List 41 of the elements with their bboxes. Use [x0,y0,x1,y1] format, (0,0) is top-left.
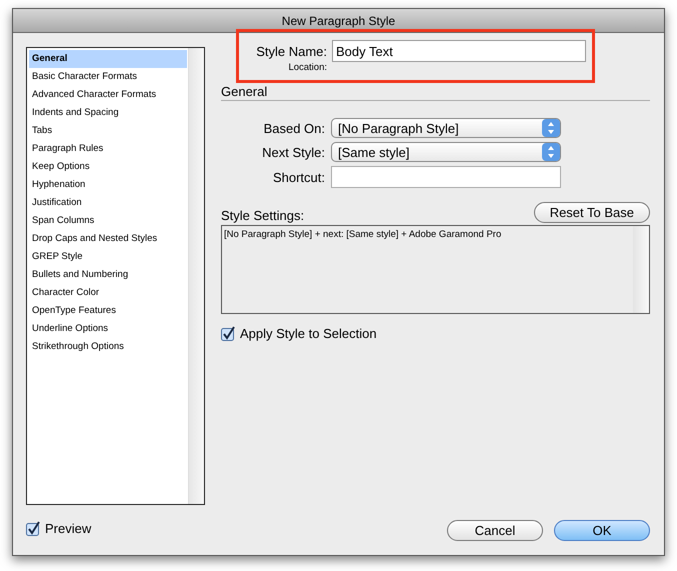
category-item[interactable]: Basic Character Formats [29,68,187,86]
category-item[interactable]: Indents and Spacing [29,104,187,122]
category-item[interactable]: GREP Style [29,248,187,266]
section-title: General [221,84,650,101]
checkbox[interactable] [221,326,236,341]
stepper-icon [542,119,560,137]
category-item[interactable]: Span Columns [29,212,187,230]
cancel-button[interactable]: Cancel [447,520,543,541]
settings-text: [No Paragraph Style] + next: [Same style] + Adobe Garamond Pro [223,228,502,242]
settings-label: Style Settings: [221,208,304,223]
category-item[interactable]: Advanced Character Formats [29,86,187,104]
ok-button[interactable]: OK [554,520,650,541]
category-item[interactable]: Underline Options [29,320,187,338]
checkbox-label: Apply Style to Selection [240,326,377,341]
window-title: New Paragraph Style [282,14,396,28]
category-item[interactable]: Bullets and Numbering [29,266,187,284]
field-label: Based On: [262,120,325,136]
next-style-dropdown[interactable]: [Same style] [331,142,561,162]
style-name-field[interactable]: Body Text [332,40,586,62]
category-item[interactable]: Character Color [29,284,187,302]
reset-button[interactable]: Reset To Base [534,202,650,223]
shortcut-field[interactable] [331,166,561,188]
field-label: Shortcut: [272,170,325,184]
category-item[interactable]: Hyphenation [29,176,187,194]
based-on-dropdown[interactable]: [No Paragraph Style] [331,118,561,138]
category-item[interactable]: General [29,50,187,68]
category-item[interactable]: Keep Options [29,158,187,176]
checkbox[interactable] [26,521,41,536]
location-label: Location: [287,62,327,73]
category-item[interactable]: Strikethrough Options [29,338,187,356]
category-item[interactable]: Drop Caps and Nested Styles [29,230,187,248]
category-item[interactable]: OpenType Features [29,302,187,320]
checkbox-label: Preview [45,521,92,536]
field-label: Next Style: [261,144,325,160]
category-item[interactable]: Paragraph Rules [29,140,187,158]
category-item[interactable]: Justification [29,194,187,212]
scrollbar[interactable] [188,48,204,504]
stepper-icon [542,143,560,161]
category-item[interactable]: Tabs [29,122,187,140]
field-label: Style Name: [255,44,327,58]
scrollbar[interactable] [633,226,649,313]
